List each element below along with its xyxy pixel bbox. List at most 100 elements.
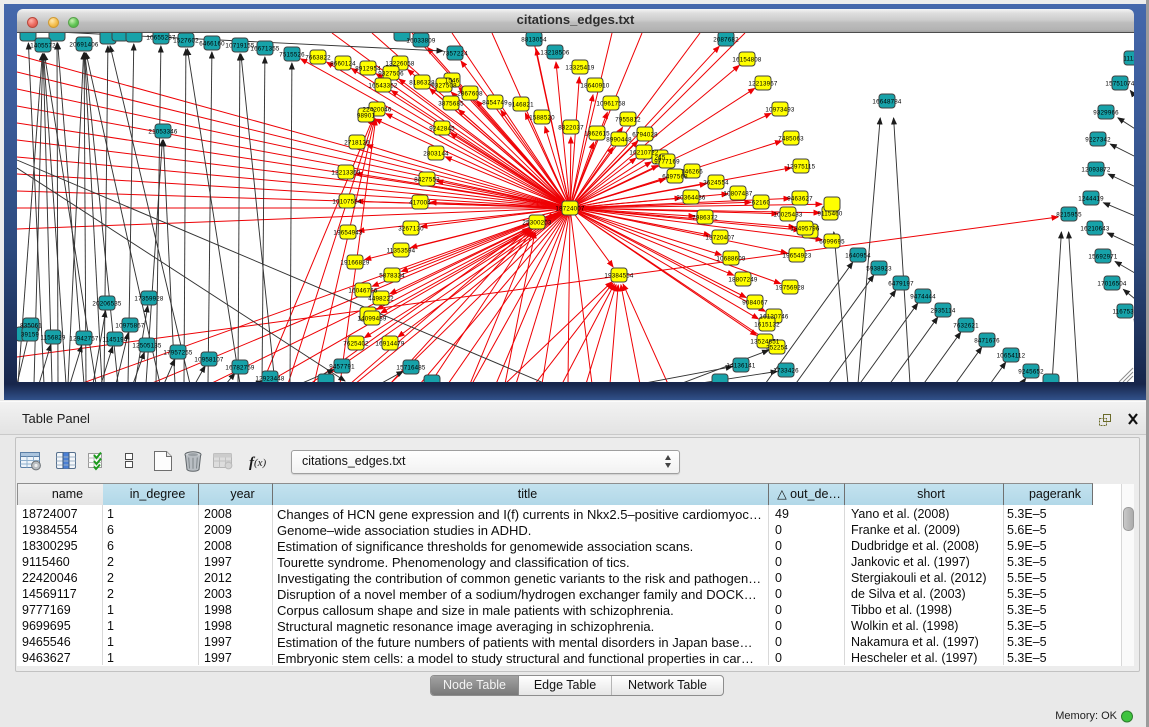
svg-text:12923448: 12923448 xyxy=(255,376,284,383)
svg-text:9463627: 9463627 xyxy=(787,196,813,203)
svg-text:3875685: 3875685 xyxy=(438,101,464,108)
svg-text:12213967: 12213967 xyxy=(748,81,777,88)
svg-text:6479197: 6479197 xyxy=(888,281,914,288)
svg-text:1145194: 1145194 xyxy=(102,337,127,344)
svg-text:18807249: 18807249 xyxy=(728,277,757,284)
svg-text:2718126: 2718126 xyxy=(344,140,370,147)
svg-text:17359928: 17359928 xyxy=(134,296,163,303)
svg-text:1640954: 1640954 xyxy=(845,253,871,260)
svg-text:8427552: 8427552 xyxy=(414,177,440,184)
svg-text:10973493: 10973493 xyxy=(765,107,794,114)
svg-text:(x): (x) xyxy=(254,457,267,469)
svg-text:16648784: 16648784 xyxy=(872,99,901,106)
svg-text:11353594: 11353594 xyxy=(387,248,416,255)
svg-text:7357224: 7357224 xyxy=(442,51,468,58)
svg-text:16154808: 16154808 xyxy=(732,57,761,64)
svg-text:2087682: 2087682 xyxy=(713,37,739,44)
svg-text:18724007: 18724007 xyxy=(555,206,584,213)
svg-text:5878334: 5878334 xyxy=(379,273,405,280)
svg-text:13325419: 13325419 xyxy=(565,65,594,72)
svg-text:12213369: 12213369 xyxy=(331,170,360,177)
svg-text:98901: 98901 xyxy=(357,113,376,120)
svg-text:8990448: 8990448 xyxy=(606,137,632,144)
svg-text:6099695: 6099695 xyxy=(819,239,845,246)
svg-text:17957255: 17957255 xyxy=(163,350,192,357)
svg-text:746266: 746266 xyxy=(681,169,703,176)
svg-text:5938923: 5938923 xyxy=(866,266,892,273)
svg-text:25300203: 25300203 xyxy=(522,220,551,227)
svg-text:16120746: 16120746 xyxy=(759,314,788,321)
svg-text:8912954: 8912954 xyxy=(355,66,381,73)
svg-text:19654923: 19654923 xyxy=(782,253,811,260)
svg-text:20206535: 20206535 xyxy=(92,301,121,308)
svg-text:8215955: 8215955 xyxy=(1056,212,1082,219)
svg-text:2935114: 2935114 xyxy=(930,308,955,315)
svg-text:16543362: 16543362 xyxy=(368,83,397,90)
svg-text:8322037: 8322037 xyxy=(558,125,584,132)
svg-text:1733426: 1733426 xyxy=(773,368,799,375)
svg-text:18640910: 18640910 xyxy=(580,83,609,90)
svg-text:21053346: 21053346 xyxy=(148,129,177,136)
svg-text:13495796: 13495796 xyxy=(790,226,819,233)
svg-text:10961758: 10961758 xyxy=(596,101,625,108)
svg-text:1167534: 1167534 xyxy=(1112,309,1134,316)
svg-text:1156829: 1156829 xyxy=(40,335,65,342)
svg-text:10025433: 10025433 xyxy=(773,212,802,219)
svg-text:9777169: 9777169 xyxy=(654,159,680,166)
svg-text:14099489: 14099489 xyxy=(357,316,386,323)
svg-text:15720407: 15720407 xyxy=(705,235,734,242)
svg-text:15716485: 15716485 xyxy=(396,365,425,372)
svg-text:7632621: 7632621 xyxy=(953,323,979,330)
svg-text:10655287: 10655287 xyxy=(146,35,175,42)
svg-text:10654112: 10654112 xyxy=(997,353,1026,360)
svg-text:15692971: 15692971 xyxy=(1088,254,1117,261)
svg-text:9245652: 9245652 xyxy=(1018,369,1044,376)
svg-text:1588520: 1588520 xyxy=(529,115,555,122)
svg-text:15751074: 15751074 xyxy=(1105,81,1134,88)
svg-text:16046766: 16046766 xyxy=(348,288,377,295)
svg-text:10807487: 10807487 xyxy=(723,191,752,198)
svg-text:10107554: 10107554 xyxy=(332,199,361,206)
svg-text:1244419: 1244419 xyxy=(1078,196,1104,203)
svg-text:10688609: 10688609 xyxy=(716,256,745,263)
svg-text:8813054: 8813054 xyxy=(521,37,547,44)
svg-text:6466160: 6466160 xyxy=(199,41,225,48)
svg-text:12942757: 12942757 xyxy=(69,336,98,343)
svg-text:9084067: 9084067 xyxy=(742,300,768,307)
svg-text:16782759: 16782759 xyxy=(225,365,254,372)
svg-text:16210643: 16210643 xyxy=(1080,226,1109,233)
svg-text:835061: 835061 xyxy=(20,323,42,330)
svg-text:9242845: 9242845 xyxy=(429,126,455,133)
svg-text:16914479: 16914479 xyxy=(375,341,404,348)
svg-text:9115460: 9115460 xyxy=(817,211,842,218)
svg-text:7955812: 7955812 xyxy=(615,117,641,124)
svg-text:13218506: 13218506 xyxy=(540,50,569,57)
svg-text:10958107: 10958107 xyxy=(194,357,223,364)
svg-text:9457791: 9457791 xyxy=(329,364,355,371)
svg-text:16671355: 16671355 xyxy=(250,46,279,53)
svg-text:7986372: 7986372 xyxy=(692,215,718,222)
svg-text:1405572: 1405572 xyxy=(30,43,56,50)
svg-text:9327508: 9327508 xyxy=(431,83,457,90)
svg-text:19166829: 19166829 xyxy=(340,260,369,267)
svg-text:8454749: 8454749 xyxy=(482,100,508,107)
svg-text:9146821: 9146821 xyxy=(508,102,534,109)
svg-text:3624554: 3624554 xyxy=(703,180,729,187)
svg-text:1615132: 1615132 xyxy=(754,322,780,329)
svg-text:20691406: 20691406 xyxy=(69,42,98,49)
svg-text:39159: 39159 xyxy=(21,332,40,339)
svg-text:20364436: 20364436 xyxy=(676,195,705,202)
svg-text:19654943: 19654943 xyxy=(333,230,362,237)
svg-text:12975115: 12975115 xyxy=(787,164,816,171)
svg-text:7485063: 7485063 xyxy=(778,136,804,143)
svg-text:1527602: 1527602 xyxy=(173,38,199,45)
svg-text:16033809: 16033809 xyxy=(406,38,435,45)
svg-text:17016504: 17016504 xyxy=(1097,281,1126,288)
svg-text:9227342: 9227342 xyxy=(1085,137,1111,144)
svg-text:417004: 417004 xyxy=(409,200,431,207)
svg-text:2803144: 2803144 xyxy=(423,151,449,158)
svg-text:19384554: 19384554 xyxy=(604,273,633,280)
svg-text:9474444: 9474444 xyxy=(910,294,936,301)
svg-text:19756928: 19756928 xyxy=(775,285,804,292)
svg-text:9327506: 9327506 xyxy=(378,71,404,78)
